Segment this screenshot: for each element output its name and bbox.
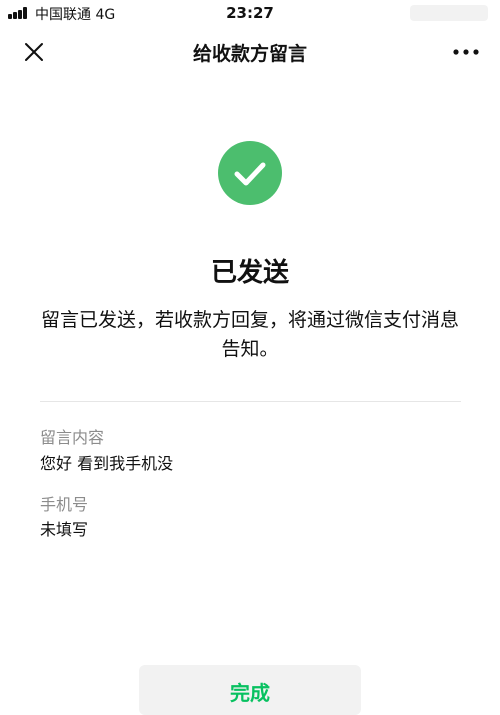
- battery-indicator: [410, 5, 488, 21]
- more-button[interactable]: [448, 40, 484, 64]
- status-bar: 中国联通 4G 23:27: [0, 0, 500, 26]
- phone-number-label: 手机号: [40, 495, 89, 514]
- result-description: 留言已发送，若收款方回复，将通过微信支付消息告知。: [40, 309, 459, 360]
- result-title: 已发送: [210, 258, 289, 288]
- done-button[interactable]: 完成: [139, 665, 361, 715]
- more-dots-icon: [453, 49, 479, 55]
- page-title: 给收款方留言: [192, 43, 307, 65]
- divider: [40, 401, 461, 402]
- check-circle-icon: [218, 141, 282, 205]
- message-content-value: 您好 看到我手机没: [40, 454, 174, 473]
- nav-bar: 给收款方留言: [0, 26, 500, 76]
- phone-number-value: 未填写: [40, 520, 89, 539]
- message-content-label: 留言内容: [40, 428, 105, 447]
